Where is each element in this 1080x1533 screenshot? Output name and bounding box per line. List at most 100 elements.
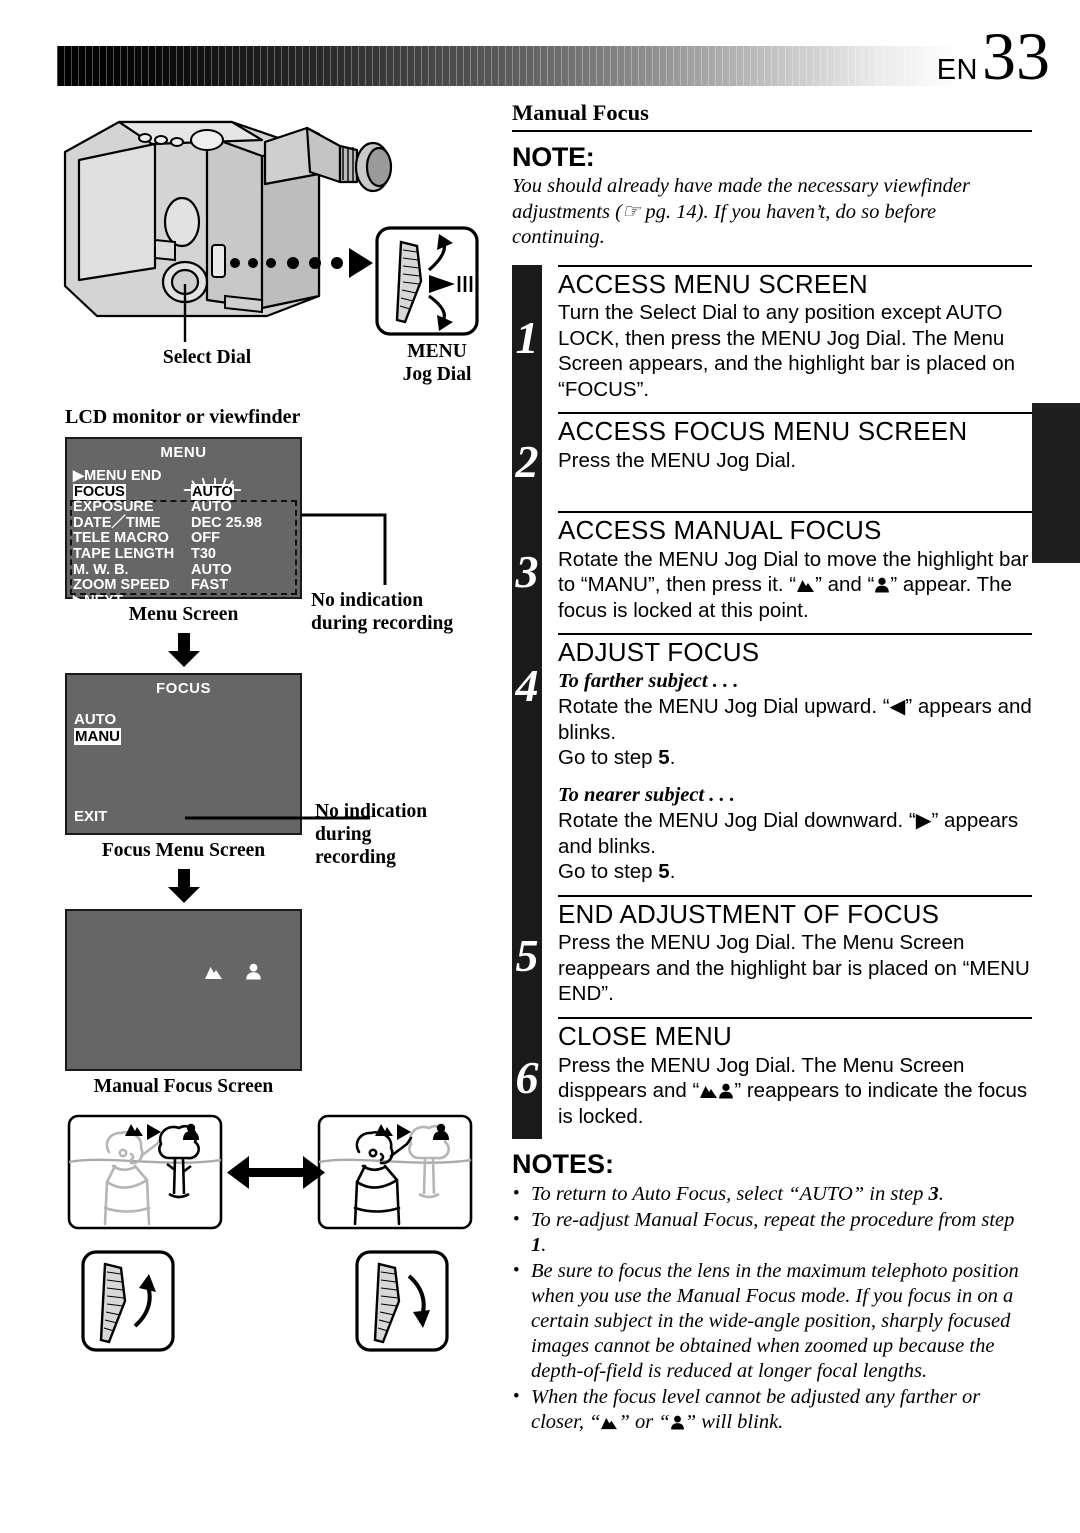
menu-row[interactable]: TAPE LENGTH T30 [73, 545, 296, 563]
down-arrow-icon [167, 633, 200, 667]
person-icon [246, 963, 261, 980]
note-item: Be sure to focus the lens in the maximum… [512, 1258, 1032, 1384]
menu-row-label: TELE MACRO [73, 530, 169, 547]
menu-jog-dial-label-line2: Jog Dial [402, 364, 472, 385]
focus-option-auto[interactable]: AUTO [74, 711, 121, 728]
left-illustration-column: Select Dial MENU Jog Dial LCD monitor or… [57, 100, 497, 1358]
menu-row[interactable]: M. W. B. AUTO [73, 561, 296, 579]
step-4-sub2-body: Rotate the MENU Jog Dial downward. “▶” a… [558, 809, 1019, 858]
no-indication-callout-2-line2: during [315, 824, 372, 845]
menu-row[interactable]: EXPOSURE AUTO [73, 500, 296, 516]
person-icon [719, 1083, 734, 1099]
notes-list: To return to Auto Focus, select “AUTO” i… [512, 1181, 1032, 1435]
camcorder-figure: Select Dial MENU Jog Dial [57, 100, 487, 400]
menu-row[interactable]: ▶NEXT [73, 593, 296, 610]
step-3: 3 ACCESS MANUAL FOCUS Rotate the MENU Jo… [512, 511, 1032, 634]
note-item: To return to Auto Focus, select “AUTO” i… [512, 1181, 1032, 1207]
step-4-title: ADJUST FOCUS [558, 637, 760, 668]
menu-jog-dial-on-body [211, 244, 226, 278]
menu-row[interactable]: DATE／TIME DEC 25.98 [73, 514, 296, 532]
step-5-body: Press the MENU Jog Dial. The Menu Screen… [558, 931, 1030, 1006]
person-icon [670, 1415, 684, 1430]
menu-screen-title: MENU [160, 444, 207, 461]
mountain-icon [700, 1086, 718, 1099]
no-indication-callout-1-line2: during recording [311, 613, 454, 634]
note-item: To re-adjust Manual Focus, repeat the pr… [512, 1207, 1032, 1258]
step-4-sub2-goto: Go to step 5. [558, 860, 676, 884]
page-number: 33 [982, 18, 1050, 94]
step-4-sub2-heading: To nearer subject . . . [558, 783, 735, 806]
step-2-number: 2 [512, 412, 542, 512]
mountain-icon [601, 1417, 618, 1430]
header-gradient-bar [57, 46, 952, 86]
side-button [163, 196, 201, 248]
menu-row-value: AUTO [191, 561, 232, 578]
menu-row-label: ZOOM SPEED [73, 577, 170, 594]
manual-focus-screen [65, 909, 302, 1071]
menu-row-label: ▶MENU END [73, 468, 162, 484]
flow-arrow-1 [65, 631, 302, 669]
menu-row-value: FAST [191, 577, 229, 594]
focus-screen-exit[interactable]: EXIT [74, 808, 107, 825]
menu-row-value: OFF [191, 530, 220, 547]
step-4-sub1-heading: To farther subject . . . [558, 669, 739, 692]
menu-row[interactable]: FOCUS AUTO [73, 477, 296, 501]
person-icon [875, 577, 890, 593]
mountain-icon [797, 580, 815, 593]
step-6: 6 CLOSE MENU Press the MENU Jog Dial. Th… [512, 1016, 1032, 1140]
step-1-number: 1 [512, 264, 542, 413]
edge-index-tab [1032, 403, 1080, 563]
focus-comparison-figures [57, 1108, 497, 1358]
menu-row[interactable]: ZOOM SPEED FAST [73, 578, 296, 594]
focus-comparison-svg [67, 1114, 473, 1352]
step-3-title: ACCESS MANUAL FOCUS [558, 515, 882, 546]
lcd-monitor-caption: LCD monitor or viewfinder [65, 406, 301, 428]
no-indication-leader-1 [301, 513, 387, 585]
page-number-block: EN 33 [936, 18, 1050, 94]
step-5: 5 END ADJUSTMENT OF FOCUS Press the MENU… [512, 894, 1032, 1017]
step-2-body: Press the MENU Jog Dial. [558, 448, 797, 472]
step-5-title: END ADJUSTMENT OF FOCUS [558, 898, 940, 929]
manual-focus-screen-caption: Manual Focus Screen [93, 1076, 274, 1097]
no-indication-callout-2-line1: No indication [315, 801, 428, 822]
jog-dial-detail-box [375, 226, 479, 336]
page-language-code: EN [936, 54, 978, 86]
page-header: EN 33 [0, 0, 1080, 100]
blink-indicator: AUTO [183, 477, 242, 501]
step-1-title: ACCESS MENU SCREEN [558, 268, 868, 299]
jog-dial-down-box [355, 1250, 449, 1352]
step-3-body: Rotate the MENU Jog Dial to move the hig… [558, 547, 1032, 634]
menu-row-value: AUTO [183, 477, 242, 501]
flow-arrow-2 [65, 867, 302, 905]
step-3-number: 3 [512, 511, 542, 634]
note-body: You should already have made the necessa… [512, 175, 970, 248]
instructions-column: Manual Focus NOTE: You should already ha… [512, 100, 1032, 1436]
focus-menu-screen: FOCUS AUTO MANU EXIT [65, 673, 302, 835]
focus-screen-options: AUTO MANU [74, 711, 121, 745]
step-6-body: Press the MENU Jog Dial. The Menu Screen… [558, 1053, 1032, 1140]
step-6-number: 6 [512, 1016, 542, 1140]
menu-jog-dial-label-line1: MENU [407, 341, 467, 362]
down-arrow-icon [167, 869, 200, 903]
menu-row-label: TAPE LENGTH [73, 545, 175, 562]
no-indication-callout-1-line1: No indication [311, 590, 424, 611]
manual-focus-indicators [204, 963, 262, 980]
section-title: Manual Focus [512, 100, 1032, 132]
menu-row-label: M. W. B. [73, 561, 129, 578]
step-4-sub2: To nearer subject . . . Rotate the MENU … [558, 775, 1032, 895]
note-heading: NOTE: [512, 142, 595, 172]
menu-row-value: AUTO [191, 499, 232, 516]
menu-row[interactable]: TELE MACRO OFF [73, 531, 296, 547]
menu-row-value: DEC 25.98 [191, 514, 262, 531]
focus-option-manu[interactable]: MANU [74, 728, 121, 745]
menu-jog-dial-label: MENU Jog Dial [357, 340, 517, 386]
no-indication-callout-2-line3: recording [315, 847, 396, 868]
menu-screen: MENU ▶MENU END FOCUS AUTO EXPOSURE AUTO DATE／… [65, 437, 302, 608]
menu-row[interactable]: ▶MENU END [73, 468, 296, 485]
select-dial-label: Select Dial [162, 347, 252, 368]
step-4-sub1-body: Rotate the MENU Jog Dial upward. “◀” app… [558, 695, 1032, 744]
step-4-number: 4 [512, 633, 542, 895]
focus-menu-screen-caption: Focus Menu Screen [101, 840, 266, 861]
step-3-body-mid: ” and “ [815, 573, 875, 597]
step-5-number: 5 [512, 894, 542, 1017]
